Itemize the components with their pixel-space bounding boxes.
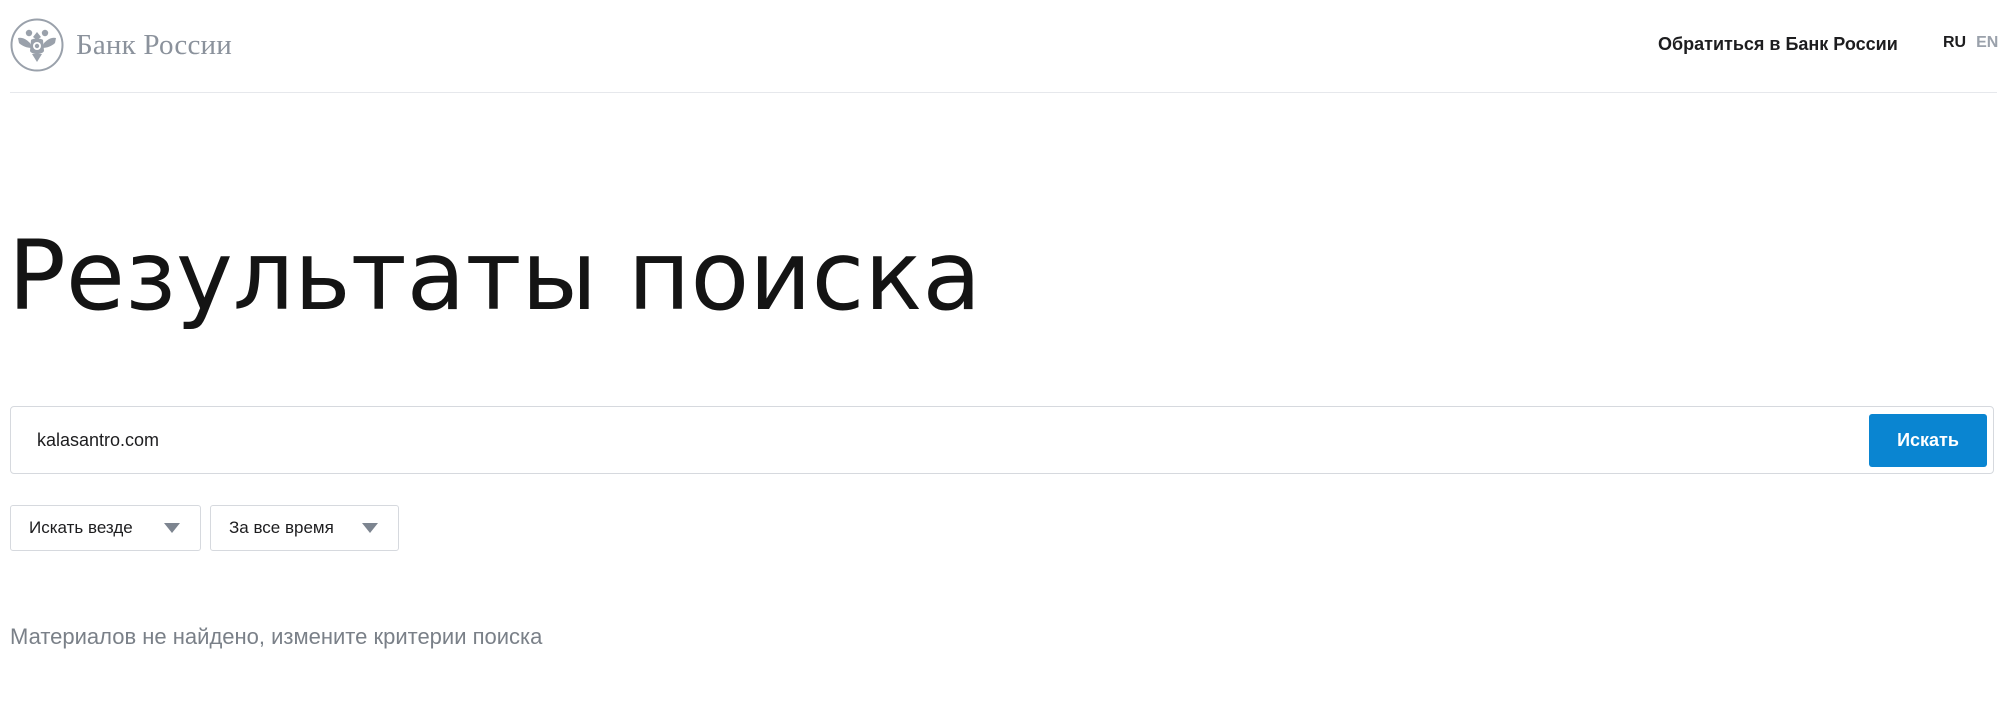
emblem-icon xyxy=(10,18,64,72)
logo-link[interactable]: Банк России xyxy=(10,17,232,73)
search-scope-label: Искать везде xyxy=(29,518,133,537)
page-title: Результаты поиска xyxy=(8,220,982,332)
lang-ru-option[interactable]: RU xyxy=(1943,34,1966,52)
search-bar: Искать xyxy=(10,406,1994,474)
no-results-message: Материалов не найдено, измените критерии… xyxy=(10,624,543,649)
search-filters: Искать везде За все время xyxy=(10,505,399,551)
search-button[interactable]: Искать xyxy=(1869,414,1987,467)
search-input[interactable] xyxy=(37,423,1847,457)
contact-bank-link[interactable]: Обратиться в Банк России xyxy=(1658,34,1898,55)
time-period-label: За все время xyxy=(229,518,334,537)
caret-down-icon xyxy=(164,523,180,533)
lang-en-option[interactable]: EN xyxy=(1976,34,1998,52)
logo-text: Банк России xyxy=(76,28,232,61)
page: Банк России Обратиться в Банк России RU … xyxy=(8,0,1998,717)
caret-down-icon xyxy=(362,523,378,533)
time-period-dropdown[interactable]: За все время xyxy=(210,505,399,551)
language-switcher: RU EN xyxy=(1943,34,1998,52)
search-scope-dropdown[interactable]: Искать везде xyxy=(10,505,201,551)
site-header: Банк России Обратиться в Банк России RU … xyxy=(10,0,1998,93)
